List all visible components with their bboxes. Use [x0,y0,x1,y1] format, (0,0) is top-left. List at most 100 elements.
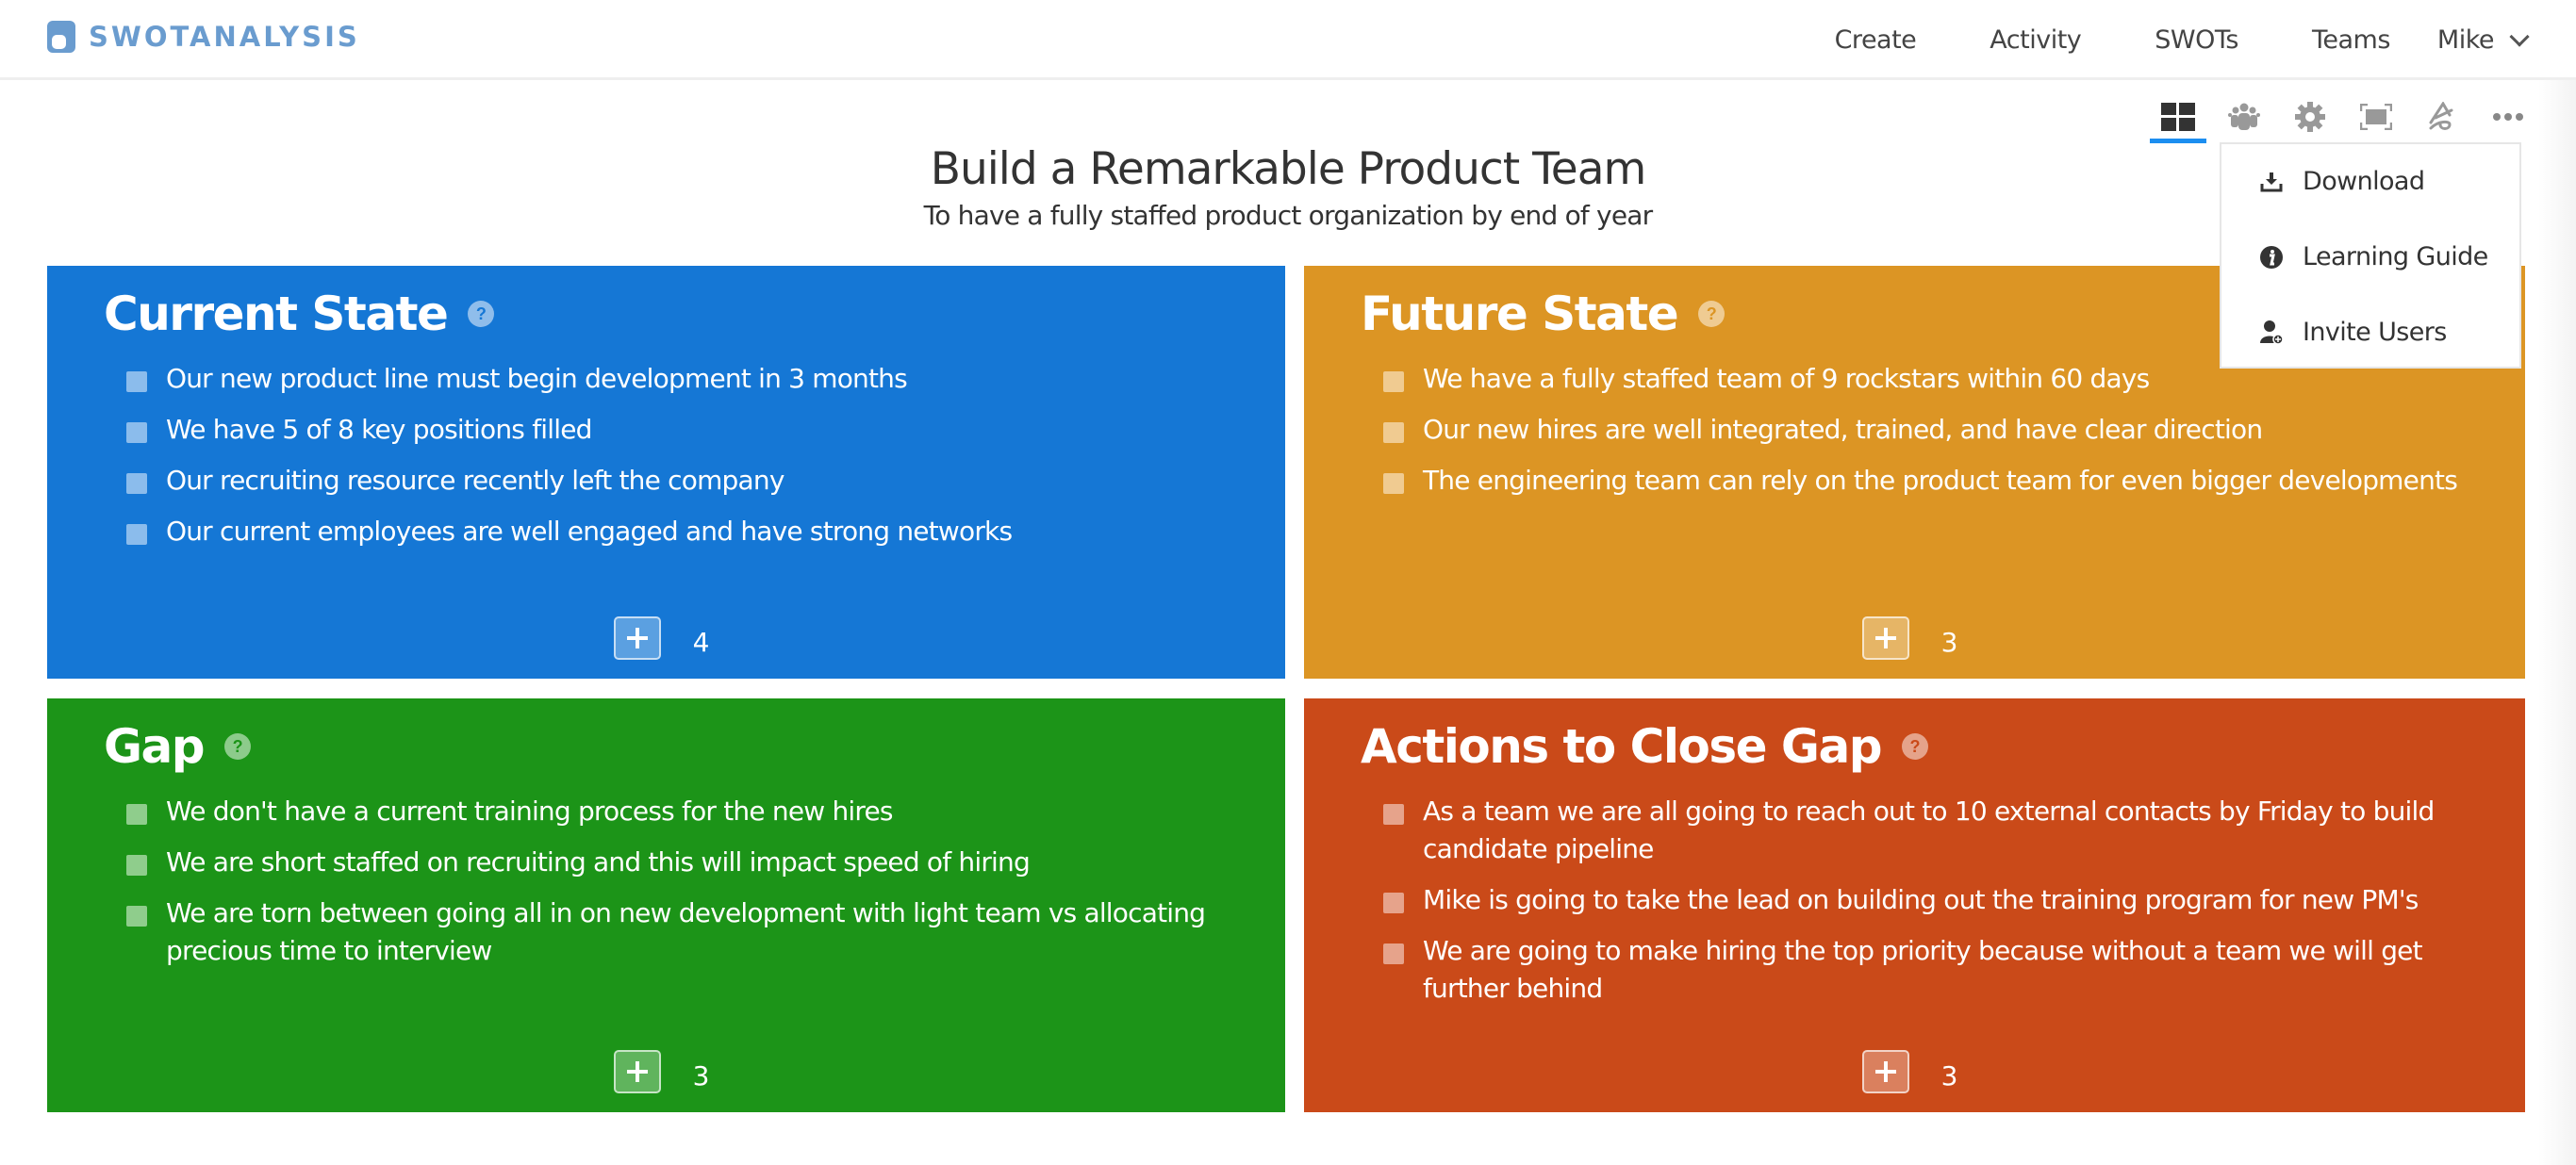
nav-create[interactable]: Create [1835,25,1917,55]
item-text[interactable]: We don't have a current training process… [166,793,894,830]
item-checkbox[interactable] [126,524,147,545]
nav-swots[interactable]: SWOTs [2155,25,2238,55]
main-nav: Create Activity SWOTs Teams Mike [1835,21,2576,58]
item-checkbox[interactable] [1383,422,1404,443]
list-item: We are torn between going all in on new … [126,894,1219,970]
view-toolbar [2145,92,2541,145]
plus-icon [626,628,648,648]
panel-title: Future State [1361,287,1679,341]
logo-text: SWOTANALYSIS [89,21,360,53]
list-item: As a team we are all going to reach out … [1383,793,2459,868]
help-icon[interactable]: ? [1698,301,1726,327]
item-count: 3 [692,1059,710,1091]
fullscreen-button[interactable] [2343,92,2409,141]
download-icon [2259,170,2284,194]
item-count: 3 [1940,1059,1958,1091]
add-item-button[interactable] [1861,616,1909,660]
draw-icon [2429,102,2453,130]
item-text[interactable]: We have 5 of 8 key positions filled [166,411,592,449]
more-icon [2493,113,2523,121]
help-icon[interactable]: ? [468,301,495,327]
plus-icon [1874,628,1896,648]
list-item: We are going to make hiring the top prio… [1383,932,2459,1008]
menu-label: Invite Users [2303,318,2447,347]
item-text[interactable]: Our current employees are well engaged a… [166,513,1013,550]
grid-view-button[interactable] [2145,92,2211,143]
item-checkbox[interactable] [126,473,147,494]
chevron-down-icon [2509,25,2530,47]
panel-actions-to-close-gap: Actions to Close Gap ? As a team we are … [1304,698,2525,1112]
page-title[interactable]: Build a Remarkable Product Team [0,143,2576,195]
add-item-button[interactable] [613,1050,661,1093]
draw-button[interactable] [2409,92,2475,141]
item-checkbox[interactable] [1383,893,1404,913]
panel-title: Gap [104,719,206,774]
help-icon[interactable]: ? [224,733,252,760]
team-icon [2228,103,2260,130]
help-icon[interactable]: ? [1901,733,1928,760]
item-checkbox[interactable] [126,371,147,392]
plus-icon [1874,1061,1896,1082]
item-text[interactable]: Mike is going to take the lead on buildi… [1423,881,2419,919]
logo-icon [47,21,75,53]
list-item: Our recruiting resource recently left th… [126,462,1219,500]
menu-item-learning-guide[interactable]: Learning Guide [2259,242,2488,271]
item-text[interactable]: We are short staffed on recruiting and t… [166,844,1031,881]
menu-label: Download [2303,167,2425,196]
list-item: We don't have a current training process… [126,793,1219,830]
more-menu-dropdown: Download Learning Guide Invite Users [2220,142,2521,369]
list-item: We are short staffed on recruiting and t… [126,844,1219,881]
team-button[interactable] [2211,92,2277,141]
info-icon [2259,245,2284,270]
item-checkbox[interactable] [1383,943,1404,964]
item-text[interactable]: We have a fully staffed team of 9 rockst… [1423,360,2150,398]
page-subtitle[interactable]: To have a fully staffed product organiza… [0,200,2576,231]
top-header: SWOTANALYSIS Create Activity SWOTs Teams… [0,0,2576,80]
nav-activity[interactable]: Activity [1990,25,2081,55]
item-checkbox[interactable] [1383,473,1404,494]
item-text[interactable]: Our recruiting resource recently left th… [166,462,784,500]
item-count: 3 [1940,626,1958,658]
item-text[interactable]: Our new hires are well integrated, train… [1423,411,2263,449]
user-name: Mike [2436,25,2495,55]
item-checkbox[interactable] [126,855,147,876]
invite-user-icon [2259,320,2284,345]
item-list: We have a fully staffed team of 9 rockst… [1383,360,2459,513]
item-text[interactable]: Our new product line must begin developm… [166,360,908,398]
more-button[interactable] [2475,92,2541,141]
item-checkbox[interactable] [126,804,147,825]
user-menu[interactable]: Mike [2436,25,2530,55]
menu-item-download[interactable]: Download [2259,167,2425,196]
gear-icon [2295,102,2325,132]
item-list: As a team we are all going to reach out … [1383,793,2459,1021]
item-checkbox[interactable] [1383,804,1404,825]
item-text[interactable]: We are going to make hiring the top prio… [1423,932,2459,1008]
list-item: Our new hires are well integrated, train… [1383,411,2459,449]
item-text[interactable]: We are torn between going all in on new … [166,894,1219,970]
menu-item-invite-users[interactable]: Invite Users [2259,318,2447,347]
list-item: Mike is going to take the lead on buildi… [1383,881,2459,919]
item-checkbox[interactable] [126,906,147,927]
list-item: Our new product line must begin developm… [126,360,1219,398]
logo[interactable]: SWOTANALYSIS [47,21,360,53]
list-item: We have 5 of 8 key positions filled [126,411,1219,449]
settings-button[interactable] [2277,92,2343,141]
panel-title: Actions to Close Gap [1361,719,1882,774]
add-item-button[interactable] [613,616,661,660]
item-checkbox[interactable] [1383,371,1404,392]
panel-current-state: Current State ? Our new product line mus… [47,266,1285,679]
plus-icon [626,1061,648,1082]
item-list: We don't have a current training process… [126,793,1219,983]
list-item: The engineering team can rely on the pro… [1383,462,2459,500]
panel-title: Current State [104,287,449,341]
add-item-button[interactable] [1861,1050,1909,1093]
item-text[interactable]: As a team we are all going to reach out … [1423,793,2459,868]
panel-gap: Gap ? We don't have a current training p… [47,698,1285,1112]
menu-label: Learning Guide [2303,242,2488,271]
list-item: Our current employees are well engaged a… [126,513,1219,550]
item-list: Our new product line must begin developm… [126,360,1219,564]
nav-teams[interactable]: Teams [2312,25,2390,55]
item-text[interactable]: The engineering team can rely on the pro… [1423,462,2458,500]
item-checkbox[interactable] [126,422,147,443]
fullscreen-icon [2360,104,2392,130]
